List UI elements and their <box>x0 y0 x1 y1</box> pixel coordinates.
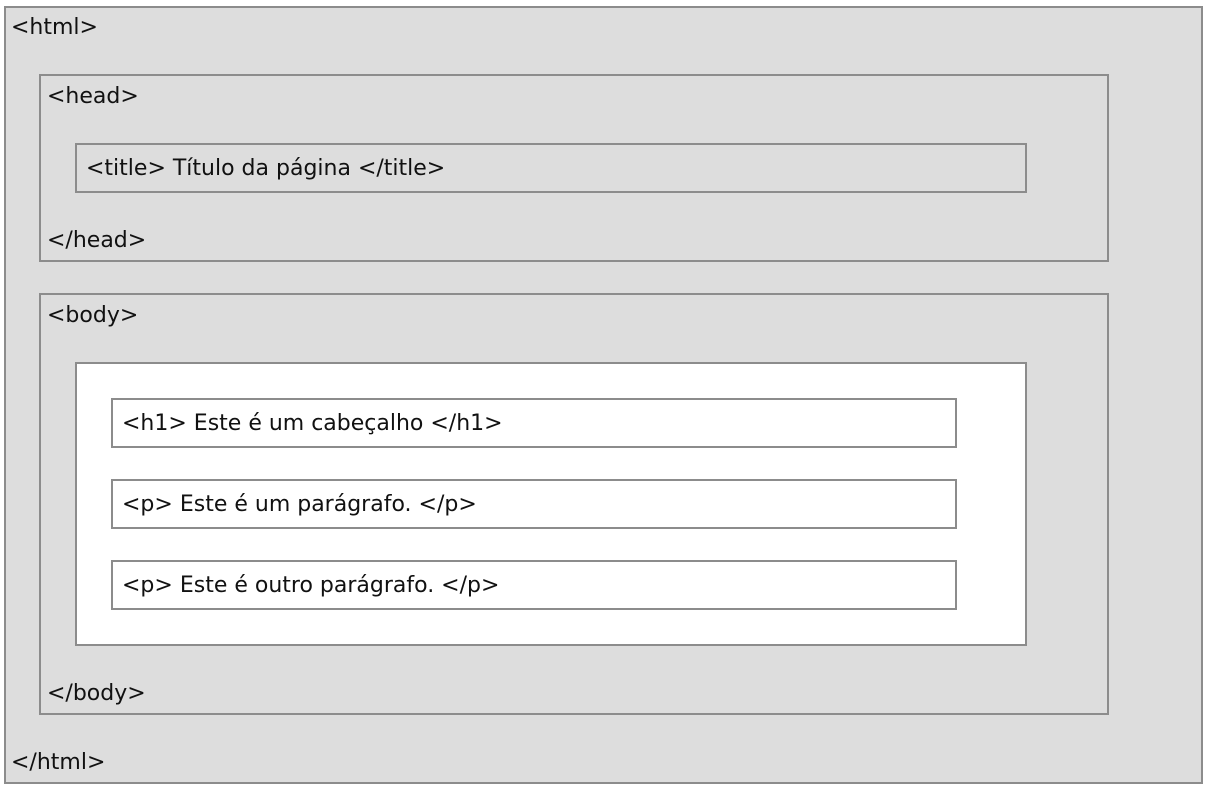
html-open-tag: <html> <box>11 15 98 40</box>
head-open-tag: <head> <box>47 84 139 109</box>
paragraph-1-box: <p> Este é um parágrafo. </p> <box>111 479 957 529</box>
head-close-tag: </head> <box>47 228 147 253</box>
body-open-tag: <body> <box>47 303 139 328</box>
title-element-text: <title> Título da página </title> <box>86 156 446 181</box>
title-element-box: <title> Título da página </title> <box>75 143 1027 193</box>
h1-element-text: <h1> Este é um cabeçalho </h1> <box>122 411 503 436</box>
paragraph-2-box: <p> Este é outro parágrafo. </p> <box>111 560 957 610</box>
paragraph-1-text: <p> Este é um parágrafo. </p> <box>122 492 477 517</box>
h1-element-box: <h1> Este é um cabeçalho </h1> <box>111 398 957 448</box>
body-close-tag: </body> <box>47 681 146 706</box>
html-close-tag: </html> <box>11 750 106 775</box>
paragraph-2-text: <p> Este é outro parágrafo. </p> <box>122 573 500 598</box>
